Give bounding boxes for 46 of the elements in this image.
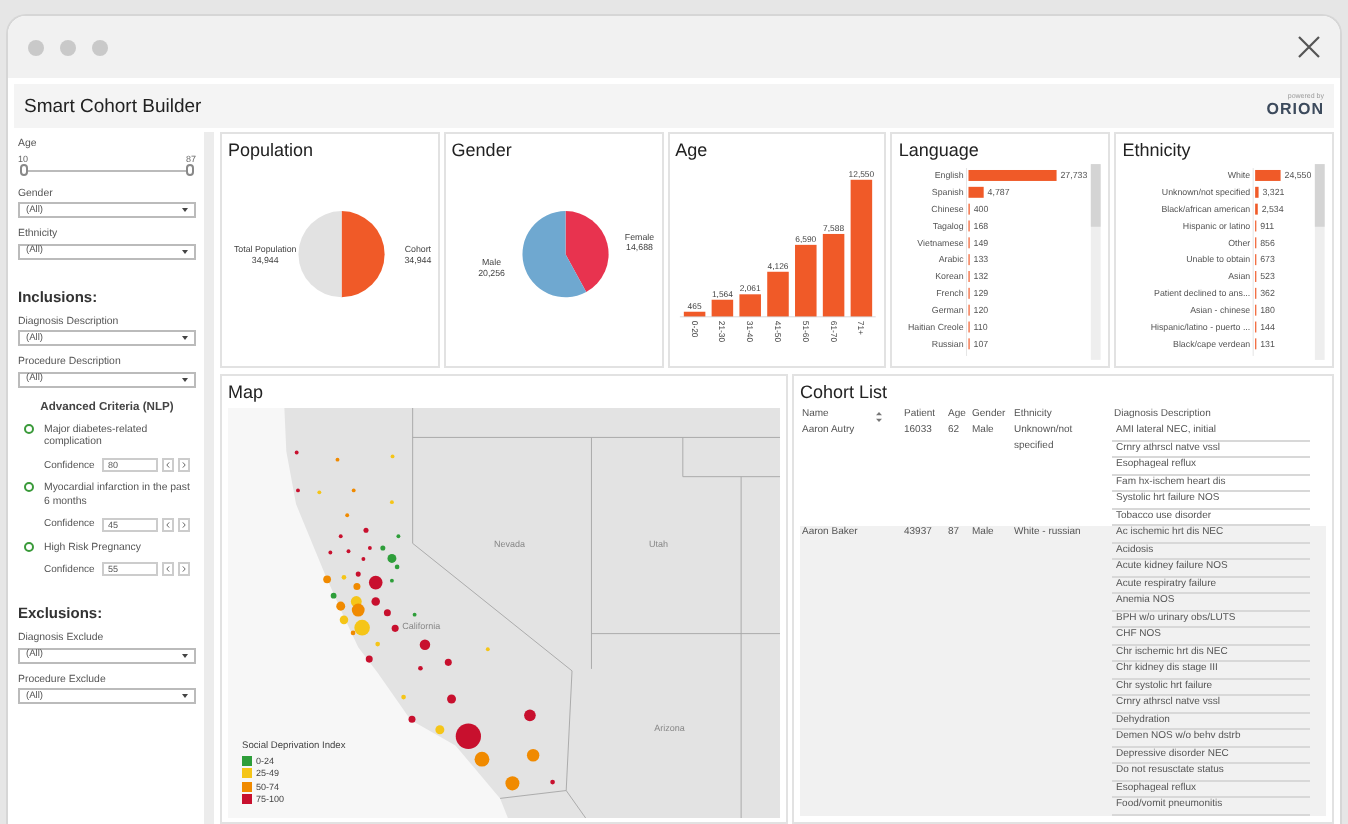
decrement-button[interactable] (162, 562, 174, 577)
logo-text: ORION (1266, 101, 1324, 118)
bar (849, 179, 872, 317)
slider-handle[interactable] (20, 164, 28, 176)
window-dot-icon[interactable] (92, 39, 108, 55)
panel-title: Map (228, 380, 264, 404)
panel-title: Population (228, 138, 314, 162)
table-row[interactable] (800, 526, 1326, 815)
bar (683, 311, 705, 317)
radio-button[interactable] (24, 482, 34, 492)
panel-title: Cohort List (800, 380, 888, 404)
panel-title: Gender (451, 138, 512, 162)
pie-slice (298, 211, 342, 298)
caret-icon (182, 249, 188, 253)
caret-icon (182, 377, 188, 381)
bar (710, 299, 733, 317)
radio-button[interactable] (24, 541, 34, 551)
bar (794, 244, 816, 317)
pie-slice (341, 211, 385, 298)
window-dot-icon[interactable] (28, 39, 44, 55)
caret-icon (182, 694, 188, 699)
bar (1255, 170, 1281, 181)
bar (822, 233, 844, 317)
caret-icon (182, 653, 188, 658)
increment-button[interactable] (178, 562, 190, 577)
slider-handle[interactable] (186, 164, 194, 176)
scrollbar[interactable] (1315, 164, 1325, 360)
increment-button[interactable] (178, 458, 190, 472)
sort-icon[interactable] (876, 411, 882, 421)
caret-icon (182, 208, 188, 212)
window-dot-icon[interactable] (60, 39, 76, 55)
radio-button[interactable] (24, 423, 34, 433)
close-icon[interactable] (1298, 36, 1320, 58)
app-title: Smart Cohort Builder (24, 95, 202, 117)
scrollbar[interactable] (1091, 164, 1102, 360)
bar (766, 271, 788, 317)
decrement-button[interactable] (162, 517, 174, 531)
bar (969, 186, 985, 198)
panel-title: Age (675, 138, 708, 162)
bar (738, 294, 761, 317)
caret-icon (182, 336, 188, 340)
increment-button[interactable] (178, 517, 190, 531)
panel-title: Ethnicity (1122, 138, 1191, 162)
panel-title: Language (898, 138, 979, 162)
decrement-button[interactable] (162, 458, 174, 472)
bar (969, 170, 1058, 181)
